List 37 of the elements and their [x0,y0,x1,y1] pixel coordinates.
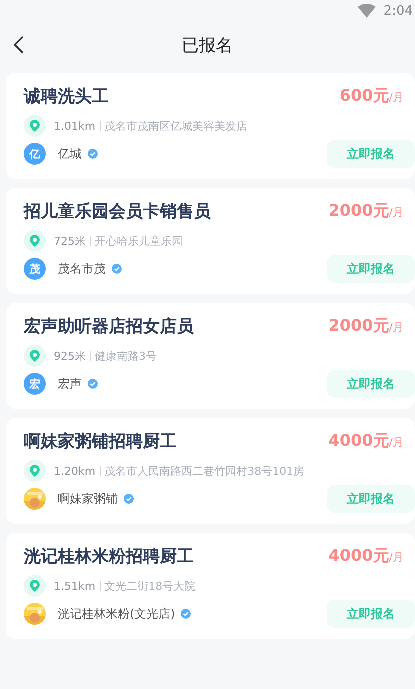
company-name: 啊妹家粥铺 [58,490,118,508]
company-avatar: 亿 [24,143,46,165]
back-icon[interactable] [12,36,26,54]
job-title: 诚聘洗头工 [24,86,109,108]
job-card[interactable]: 宏声助听器店招女店员 2000元/月 925米 健康南路3号 宏 宏声 立即报名 [6,303,415,409]
location-icon [24,575,46,597]
job-title: 洸记桂林米粉招聘厨工 [24,546,194,568]
salary: 2000元/月 [328,201,404,222]
job-address: 725米 开心哈乐儿童乐园 [54,234,183,248]
salary: 600元/月 [340,86,404,107]
job-title: 啊妹家粥铺招聘厨工 [24,431,177,453]
job-title: 宏声助听器店招女店员 [24,316,194,338]
job-title: 招儿童乐园会员卡销售员 [24,201,211,223]
company-name: 茂名市茂 [58,260,106,278]
location-icon [24,115,46,137]
job-address: 1.01km 茂名市茂南区亿城美容美发店 [54,118,248,134]
company-avatar: 宏 [24,373,46,395]
job-address: 1.51km 文光二街18号大院 [54,578,196,594]
wifi-icon [358,4,376,18]
job-address: 925米 健康南路3号 [54,348,157,364]
job-card[interactable]: 洸记桂林米粉招聘厨工 4000元/月 1.51km 文光二街18号大院 洸记桂林米粉(文光店) 立即报名 [6,533,415,639]
company-name: 亿城 [58,146,82,162]
location-icon [24,345,46,367]
salary: 2000元/月 [328,316,404,337]
company-name: 宏声 [58,376,82,392]
location-icon [24,230,46,252]
company-avatar: 茂 [24,258,46,280]
job-card[interactable]: 诚聘洗头工 600元/月 1.01km 茂名市茂南区亿城美容美发店 亿 亿城 立即报名 [6,73,415,179]
job-card[interactable]: 招儿童乐园会员卡销售员 2000元/月 725米 开心哈乐儿童乐园 茂 茂名市茂 立即报名 [6,188,415,294]
salary: 4000元/月 [328,431,404,452]
location-icon [24,460,46,482]
page-title: 已报名 [182,34,233,56]
job-card[interactable]: 啊妹家粥铺招聘厨工 4000元/月 1.20km 茂名市人民南路西二巷竹园村38号101房 啊妹家粥铺 立即报名 [6,418,415,524]
job-address: 1.20km 茂名市人民南路西二巷竹园村38号101房 [54,464,305,478]
company-name: 洸记桂林米粉(文光店) [58,606,176,622]
clock-time: 2:04 [384,4,413,18]
salary: 4000元/月 [328,546,404,567]
